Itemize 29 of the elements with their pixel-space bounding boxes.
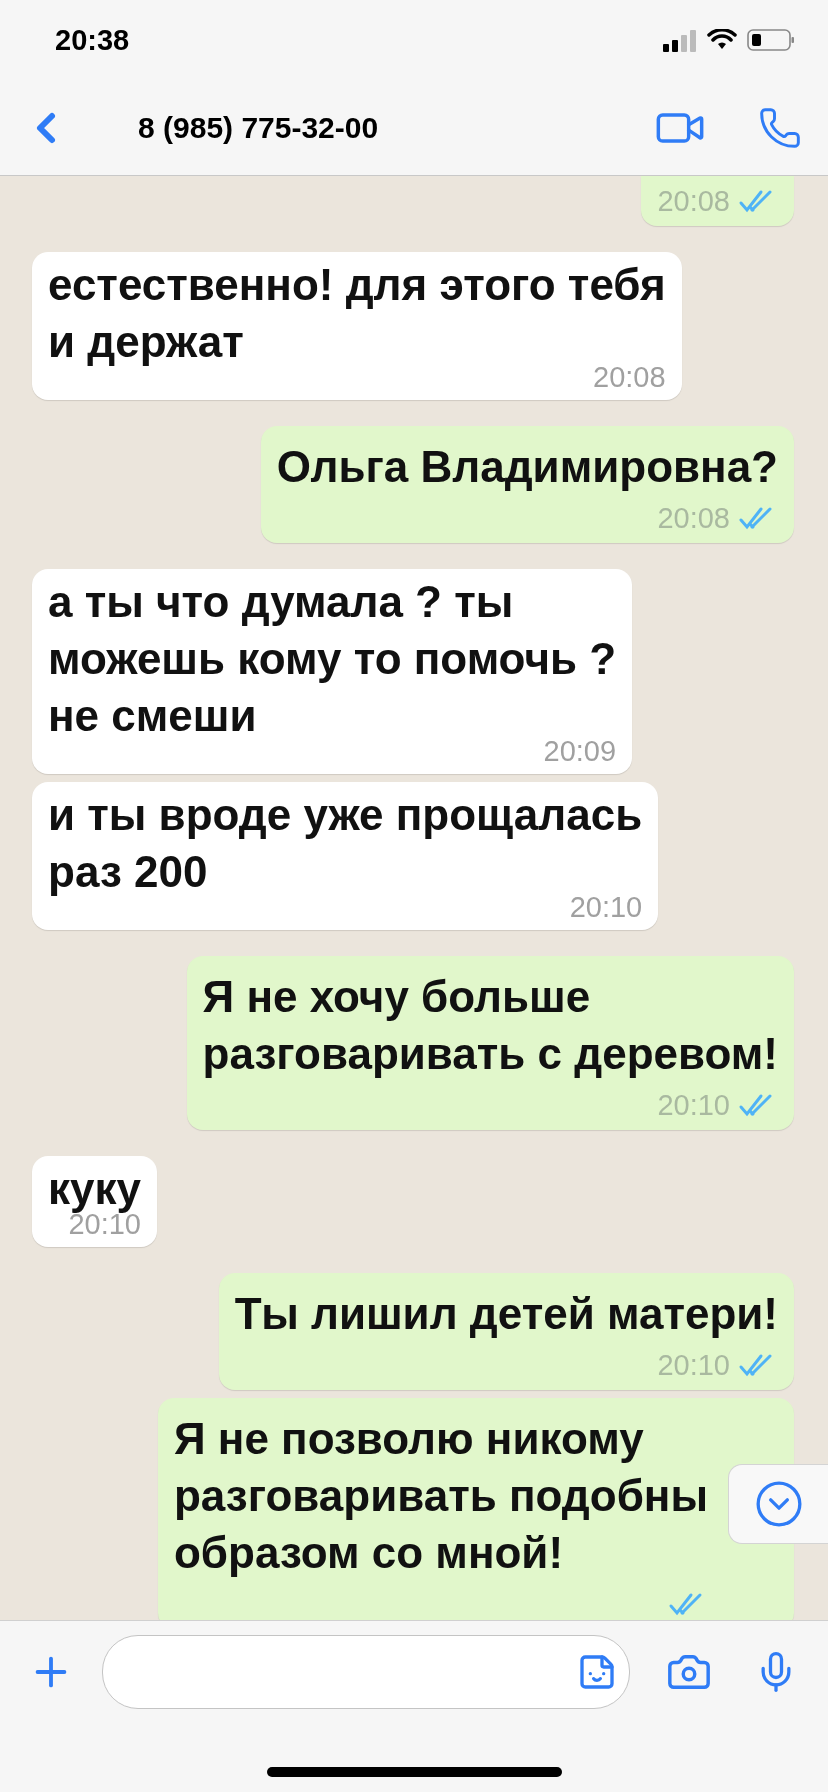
message-time: 20:10 <box>657 1088 730 1122</box>
message-text: а ты что думала ? ты <box>48 576 515 628</box>
message-text: разговаривать подобны <box>174 1470 708 1522</box>
message-time: 20:08 <box>657 501 730 535</box>
wifi-icon <box>707 29 737 51</box>
message-text: раз 200 <box>48 846 209 898</box>
message-text: Ты лишил детей матери! <box>234 1288 778 1340</box>
sticker-icon[interactable] <box>577 1652 617 1692</box>
message-text: Я не хочу больше <box>202 971 592 1023</box>
message-time: 20:08 <box>657 184 730 218</box>
contact-title: 8 (985) 775-32-00 <box>138 110 380 145</box>
scroll-down-button[interactable] <box>728 1464 828 1544</box>
message-text: естественно! для этого тебя <box>48 259 666 311</box>
message-text: и ты вроде уже прощалась <box>48 789 643 841</box>
message-text: и держат <box>48 316 245 368</box>
message-text: разговаривать с деревом! <box>202 1028 778 1080</box>
message-text: можешь кому то помочь ? <box>48 633 617 685</box>
message-text: Я не позволю никому <box>174 1413 645 1465</box>
status-time: 20:38 <box>55 23 130 57</box>
phone-icon <box>758 105 802 150</box>
battery-icon <box>747 29 794 51</box>
message-time: 20:10 <box>569 890 643 924</box>
message-time: 20:08 <box>593 360 666 394</box>
message-text: Ольга Владимировна? <box>276 441 778 493</box>
message-time: 20:09 <box>543 734 617 768</box>
signal-icon <box>663 28 697 52</box>
message-text: не смеши <box>48 690 258 742</box>
message-time: 20:10 <box>657 1348 730 1382</box>
message-text: образом со мной! <box>174 1527 565 1579</box>
